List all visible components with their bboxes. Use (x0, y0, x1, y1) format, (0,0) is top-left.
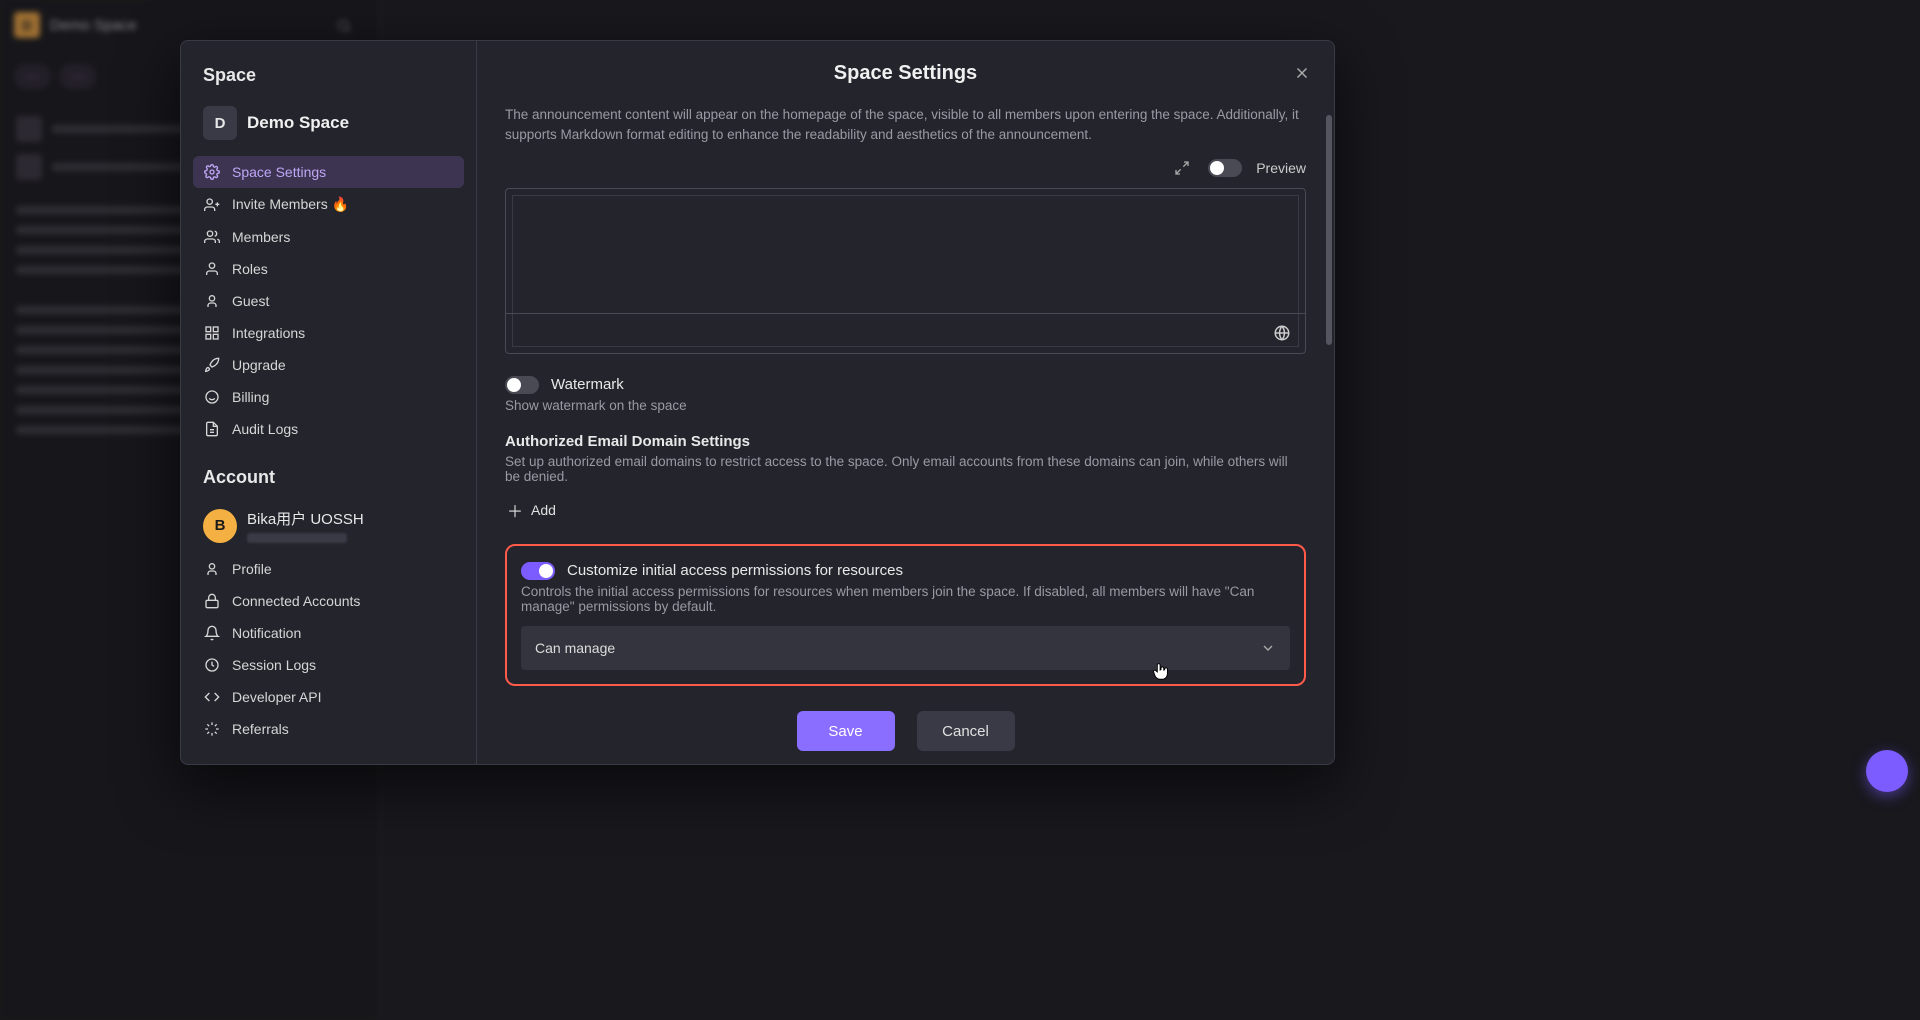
add-domain-button[interactable]: ＋ Add (505, 492, 558, 528)
nav-label: Notification (232, 625, 301, 641)
nav-invite-members[interactable]: Invite Members 🔥 (193, 188, 464, 221)
billing-icon (203, 389, 221, 405)
domain-description: Set up authorized email domains to restr… (505, 454, 1306, 484)
space-settings-modal: Space D Demo Space Space Settings Invite… (180, 40, 1335, 765)
nav-audit-logs[interactable]: Audit Logs (193, 413, 464, 445)
close-button[interactable] (1288, 59, 1316, 87)
watermark-description: Show watermark on the space (505, 398, 1306, 413)
space-avatar: D (203, 106, 237, 140)
sparkle-icon (203, 721, 221, 737)
nav-label: Guest (232, 293, 269, 309)
code-icon (203, 689, 221, 705)
floating-action-button[interactable] (1866, 750, 1908, 792)
customize-permissions-toggle[interactable] (521, 562, 555, 580)
preview-label: Preview (1256, 160, 1306, 176)
chevron-down-icon (1260, 640, 1276, 656)
workspace-avatar: D (14, 12, 40, 38)
workspace-name: Demo Space (50, 17, 137, 34)
modal-main: Space Settings The announcement content … (477, 41, 1334, 764)
add-label: Add (531, 502, 556, 518)
user-icon (203, 261, 221, 277)
lock-icon (203, 593, 221, 609)
nav-referrals[interactable]: Referrals (193, 713, 464, 745)
rocket-icon (203, 357, 221, 373)
nav-developer-api[interactable]: Developer API (193, 681, 464, 713)
nav-label: Session Logs (232, 657, 316, 673)
customize-permissions-label: Customize initial access permissions for… (567, 562, 903, 579)
nav-guest[interactable]: Guest (193, 285, 464, 317)
scrollbar[interactable] (1326, 115, 1332, 624)
account-avatar: B (203, 509, 237, 543)
modal-title: Space Settings (834, 62, 977, 85)
save-button[interactable]: Save (797, 711, 895, 751)
announcement-description: The announcement content will appear on … (505, 105, 1306, 146)
nav-notification[interactable]: Notification (193, 617, 464, 649)
document-icon (203, 421, 221, 437)
dropdown-value: Can manage (535, 640, 615, 656)
modal-sidebar: Space D Demo Space Space Settings Invite… (181, 41, 477, 764)
nav-label: Integrations (232, 325, 305, 341)
nav-label: Connected Accounts (232, 593, 360, 609)
section-header-other-partial: Oth (193, 745, 464, 764)
grid-icon (203, 325, 221, 341)
nav-members[interactable]: Members (193, 221, 464, 253)
search-icon[interactable] (330, 12, 358, 40)
nav-roles[interactable]: Roles (193, 253, 464, 285)
bell-icon (203, 625, 221, 641)
space-name: Demo Space (247, 113, 349, 133)
globe-icon[interactable] (1273, 324, 1291, 342)
nav-label: Referrals (232, 721, 289, 737)
expand-icon[interactable] (1170, 156, 1194, 180)
nav-label: Billing (232, 389, 269, 405)
announcement-editor[interactable] (505, 188, 1306, 354)
domain-heading: Authorized Email Domain Settings (505, 433, 1306, 450)
watermark-label: Watermark (551, 376, 624, 393)
customize-permissions-highlight: Customize initial access permissions for… (505, 544, 1306, 686)
nav-integrations[interactable]: Integrations (193, 317, 464, 349)
permission-dropdown[interactable]: Can manage (521, 626, 1290, 670)
watermark-toggle[interactable] (505, 376, 539, 394)
nav-billing[interactable]: Billing (193, 381, 464, 413)
nav-label: Members (232, 229, 290, 245)
account-name: Bika用户 UOSSH (247, 508, 364, 529)
nav-connected-accounts[interactable]: Connected Accounts (193, 585, 464, 617)
nav-profile[interactable]: Profile (193, 553, 464, 585)
account-email-redacted (247, 533, 347, 543)
nav-label: Profile (232, 561, 272, 577)
users-icon (203, 229, 221, 245)
clock-icon (203, 657, 221, 673)
customize-permissions-description: Controls the initial access permissions … (521, 584, 1290, 614)
nav-label: Developer API (232, 689, 322, 705)
preview-toggle[interactable] (1208, 159, 1242, 177)
nav-upgrade[interactable]: Upgrade (193, 349, 464, 381)
user-plus-icon (203, 197, 221, 213)
gear-icon (203, 164, 221, 180)
nav-label: Roles (232, 261, 268, 277)
guest-icon (203, 293, 221, 309)
nav-label: Upgrade (232, 357, 286, 373)
section-header-space: Space (193, 61, 464, 100)
nav-space-settings[interactable]: Space Settings (193, 156, 464, 188)
cancel-button[interactable]: Cancel (917, 711, 1015, 751)
nav-label: Audit Logs (232, 421, 298, 437)
nav-label: Space Settings (232, 164, 326, 180)
nav-label: Invite Members 🔥 (232, 196, 349, 213)
plus-icon: ＋ (507, 498, 523, 522)
section-header-account: Account (193, 445, 464, 502)
profile-icon (203, 561, 221, 577)
nav-session-logs[interactable]: Session Logs (193, 649, 464, 681)
